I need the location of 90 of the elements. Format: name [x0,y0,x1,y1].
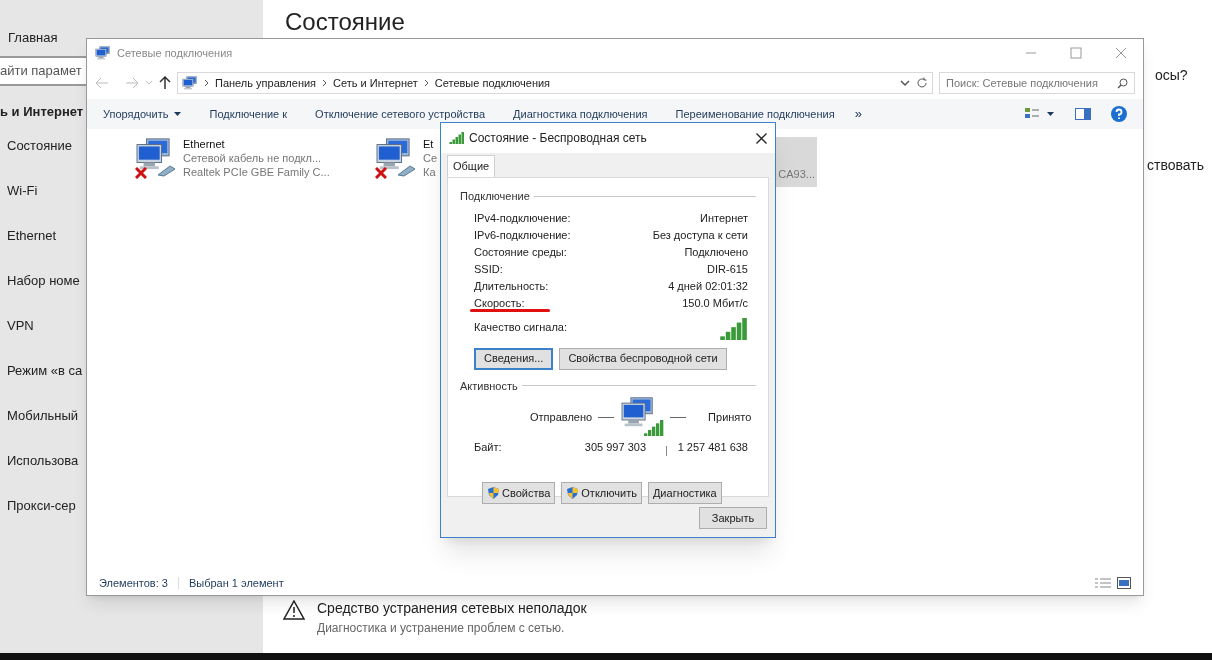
cable-icon [397,163,417,177]
refresh-icon[interactable] [916,77,928,89]
network-folder-icon [95,45,111,61]
help-question-text: осы? [1155,66,1188,85]
bytes-label: Байт: [474,439,503,455]
close-button[interactable]: Закрыть [699,507,767,529]
section-title: ь и Интернет [0,103,84,121]
property-label: Качество сигнала: [474,320,567,335]
address-bar[interactable]: Панель управления Сеть и Интернет Сетевые подключения [177,72,933,94]
connection-name: Ethernet [183,137,226,151]
adapter-name: Realtek PCIe GBE Family C... [183,165,330,179]
sidebar-item[interactable]: Набор номе [7,273,80,289]
connection-name: Et [423,137,435,151]
dialog-button[interactable]: Сведения... [474,347,554,370]
warning-icon [283,600,305,620]
selection-count: Выбран 1 элемент [188,575,284,591]
toolbar-button[interactable]: Диагностика подключения [513,105,648,123]
more-button[interactable]: » [854,104,862,124]
received-label: Принято [708,409,752,425]
search-field[interactable]: Поиск: Сетевые подключения [939,72,1135,94]
property-value: DIR-615 [707,261,748,277]
property-label: IPv4-подключение: [474,210,571,226]
property-value: 4 дней 02:01:32 [668,278,748,294]
troubleshoot-subtitle: Диагностика и устранение проблем с сетью. [317,620,566,637]
bytes-sent: 305 997 303 [583,439,646,455]
property-value: Интернет [700,210,748,226]
chevron-icon [204,79,209,87]
computers-icon [135,137,173,171]
breadcrumb[interactable]: Панель управления [215,74,317,92]
preview-pane-icon[interactable] [1075,108,1091,120]
toolbar-button[interactable]: Упорядочить [103,105,182,123]
toolbar-button[interactable]: Отключение сетевого устройства [315,105,486,123]
action-button[interactable]: Свойства [482,482,556,504]
tiles-view-icon[interactable] [1117,577,1131,589]
toolbar-button[interactable]: Подключение к [209,105,288,123]
property-label: Состояние среды: [474,244,567,260]
action-button[interactable]: Отключить [561,482,642,504]
property-label: SSID: [474,261,503,277]
dropdown-caret-icon[interactable] [900,79,910,87]
sidebar-item[interactable]: Мобильный [7,408,79,424]
feedback-text: ствовать [1147,156,1204,175]
dialog-tab[interactable]: Общие [447,155,496,177]
item-count: Элементов: 3 [99,575,168,591]
connection-status: Се [423,151,438,165]
group-heading: Подключение [460,189,530,204]
view-options-icon[interactable] [1025,108,1055,120]
sidebar-item[interactable]: Wi-Fi [7,183,38,199]
breadcrumb[interactable]: Сеть и Интернет [333,74,418,92]
property-value: Без доступа к сети [652,227,748,243]
signal-quality-icon [720,317,748,340]
troubleshoot-title[interactable]: Средство устранения сетевых неполадок [317,598,587,619]
chevron-icon [423,79,429,87]
property-label: Скорость: [474,295,525,311]
toolbar-button[interactable]: Переименование подключения [675,105,835,123]
breadcrumb[interactable]: Сетевые подключения [434,74,551,92]
group-heading: Активность [460,378,518,394]
connection-item[interactable]: Ethernet Сетевой кабель не подкл... Realtek PCIe GBE Family C... [135,137,361,187]
up-arrow-icon[interactable] [159,76,171,90]
window-title: Сетевые подключения [117,45,233,61]
sidebar-item[interactable]: Прокси-сер [7,498,76,514]
adapter-name: CA93... [778,167,815,181]
settings-search-field[interactable]: айти парамет [0,56,86,86]
bytes-received: 1 257 481 638 [677,439,748,455]
property-value: 150.0 Мбит/с [682,295,748,311]
sidebar-item[interactable]: VPN [7,318,34,334]
property-value: Подключено [684,244,748,260]
action-button[interactable]: Диагностика [647,482,722,504]
sidebar-item[interactable]: Состояние [7,138,72,154]
property-label: Длительность: [474,278,549,294]
signal-icon [644,420,665,436]
home-link[interactable]: Главная [8,28,58,48]
cable-icon [157,163,177,177]
property-label: IPv6-подключение: [474,227,571,243]
connection-item[interactable]: Et Се Ка [375,137,437,187]
close-icon[interactable] [756,132,767,144]
signal-icon [449,132,465,144]
connection-status: Сетевой кабель не подкл... [183,151,323,165]
adapter-name: Ка [423,165,437,179]
sidebar-item[interactable]: Ethernet [7,228,57,244]
sent-label: Отправлено [530,409,593,425]
page-heading: Состояние [285,8,405,36]
help-icon[interactable] [1111,106,1127,122]
search-icon [1117,77,1128,89]
chevron-icon [322,79,328,87]
dialog-button[interactable]: Свойства беспроводной сети [559,347,727,370]
network-folder-icon [182,75,198,91]
computers-icon [375,137,413,171]
dialog-title: Состояние - Беспроводная сеть [469,130,647,147]
sidebar-item[interactable]: Режим «в са [7,363,83,379]
sidebar-item[interactable]: Использова [7,453,79,469]
